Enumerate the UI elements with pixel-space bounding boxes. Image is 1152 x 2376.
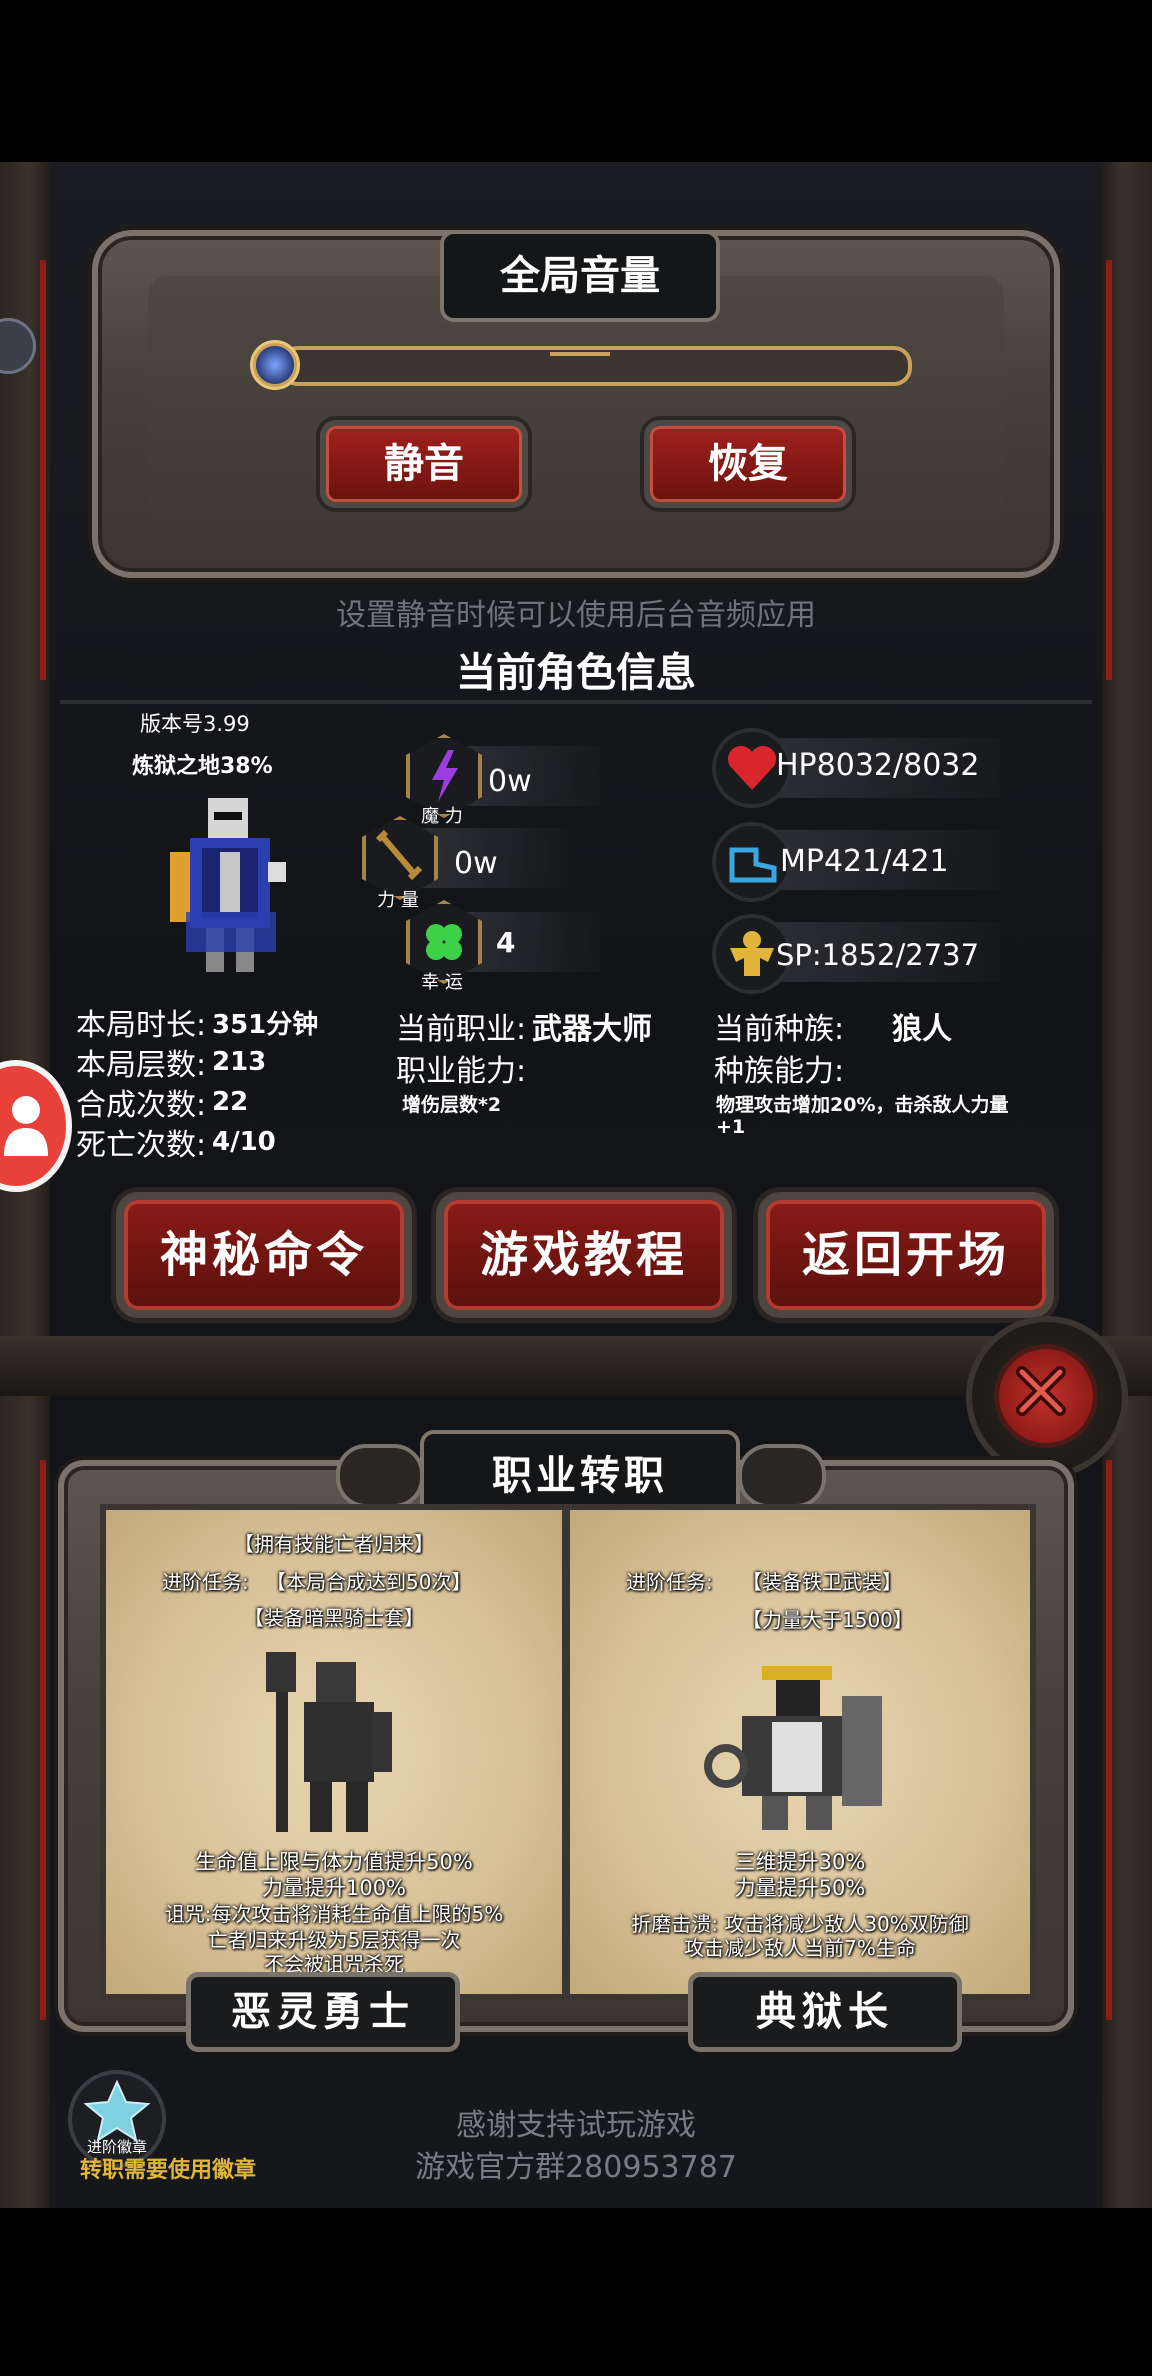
restore-button[interactable]: 恢复 [644,420,852,508]
info-label: 本局层数: [76,1048,207,1083]
info-duration: 本局时长: 351分钟 [76,1002,356,1043]
slider-thumb[interactable] [250,340,300,390]
right-red-trim-lower [1106,1460,1112,2020]
card-req-2: 【力量大于1500】 [742,1608,913,1632]
luck-label: 幸 运 [421,972,463,993]
card-req-label: 进阶任务: [626,1570,713,1594]
card-effect-3: 诅咒:每次攻击将消耗生命值上限的5% [164,1902,504,1926]
luck-value: 4 [496,926,516,959]
power-value: 0w [454,846,498,881]
info-value: 213 [212,1047,267,1077]
magic-value: 0w [488,764,532,799]
info-value: 22 [212,1087,249,1117]
close-icon [1016,1366,1066,1416]
job-name-warden[interactable]: 典狱长 [688,1972,962,2052]
wraith-warrior-sprite [246,1642,416,1842]
info-value: 351分钟 [212,1009,319,1040]
back-to-start-button[interactable]: 返回开场 [758,1192,1054,1318]
mp-value: MP421/421 [780,844,949,879]
race-value: 狼人 [892,1012,952,1047]
card-req-label: 进阶任务: [162,1570,249,1594]
info-deaths: 死亡次数: 4/10 [76,1122,356,1163]
job-ability-label: 职业能力: [396,1054,527,1089]
close-button[interactable] [966,1316,1128,1478]
volume-title: 全局音量 [440,230,720,322]
volume-hint: 设置静音时候可以使用后台音频应用 [336,598,816,633]
warden-sprite [702,1656,892,1836]
job-name-wraith-warrior[interactable]: 恶灵勇士 [186,1972,460,2052]
card-effect-4: 攻击减少敌人当前7%生命 [684,1936,916,1960]
card-req-1: 【拥有技能亡者归来】 [234,1532,434,1556]
card-effect-2: 力量提升50% [734,1876,866,1900]
race-ability-value: 物理攻击增加20%，击杀敌人力量+1 [716,1094,1009,1138]
card-req-3: 【装备暗黑骑士套】 [244,1606,424,1630]
left-red-trim-lower [40,1460,46,2020]
job-card-warden[interactable]: 进阶任务: 【装备铁卫武装】 【力量大于1500】 三维提升30% 力量提升50… [564,1504,1036,2000]
power-label: 力 量 [377,890,419,911]
character-section-title: 当前角色信息 [456,650,696,696]
close-button-face [994,1344,1098,1448]
volume-slider[interactable] [250,340,912,390]
magic-label: 魔 力 [421,806,463,827]
section-divider [60,700,1092,704]
hp-value: HP8032/8032 [776,748,980,783]
card-req-2: 【本局合成达到50次】 [266,1570,472,1594]
info-label: 本局时长: [76,1008,207,1043]
title-ornament-left [336,1444,424,1508]
version-label: 版本号3.99 [140,712,250,736]
race-label: 当前种族: [714,1012,845,1047]
job-card-wraith-warrior[interactable]: 【拥有技能亡者归来】 进阶任务: 【本局合成达到50次】 【装备暗黑骑士套】 生… [100,1504,568,2000]
mute-button[interactable]: 静音 [320,420,528,508]
slider-ornament [550,332,610,356]
footer-thanks: 感谢支持试玩游戏 [456,2108,696,2143]
sp-value: SP:1852/2737 [776,938,980,972]
card-req-1: 【装备铁卫武装】 [742,1570,902,1594]
title-ornament-right [738,1444,826,1508]
info-label: 合成次数: [76,1088,207,1123]
character-sprite [150,792,310,982]
user-icon [4,1096,48,1156]
run-info-list: 本局时长: 351分钟 本局层数: 213 合成次数: 22 死亡次数: 4/10 [76,1002,356,1163]
dungeon-progress: 炼狱之地38% [132,754,273,779]
info-merges: 合成次数: 22 [76,1082,356,1123]
info-floors: 本局层数: 213 [76,1042,356,1083]
tutorial-button[interactable]: 游戏教程 [436,1192,732,1318]
info-label: 死亡次数: [76,1128,207,1163]
job-value: 武器大师 [532,1012,652,1047]
secret-command-button[interactable]: 神秘命令 [116,1192,412,1318]
job-label: 当前职业: [396,1012,527,1047]
job-ability-value: 增伤层数*2 [402,1094,502,1116]
footer-group: 游戏官方群280953787 [415,2150,737,2185]
info-value: 4/10 [212,1127,276,1157]
race-ability-label: 种族能力: [714,1054,845,1089]
